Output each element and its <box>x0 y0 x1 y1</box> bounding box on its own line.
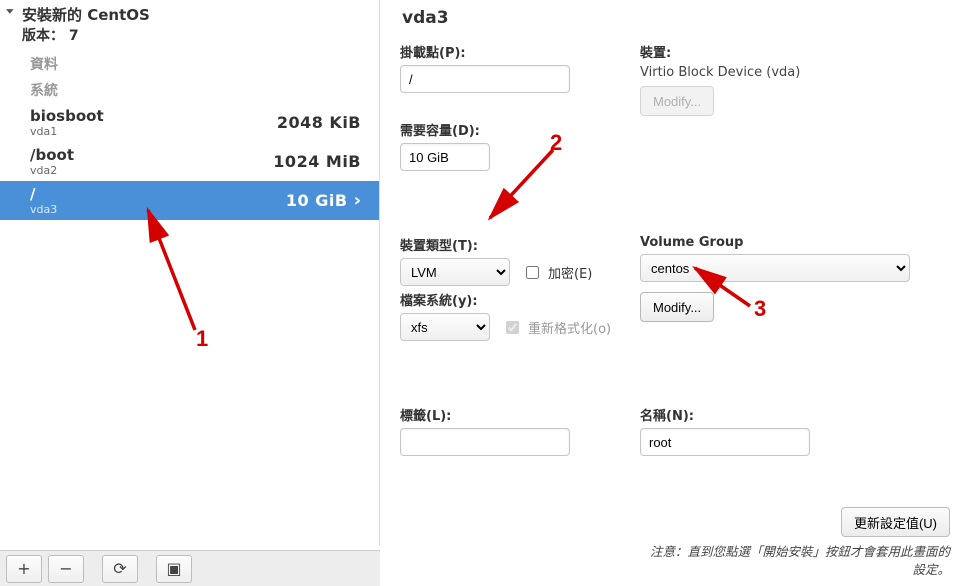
category-system: 系統 <box>0 77 379 103</box>
partition-size: 2048 KiB <box>277 113 361 132</box>
install-version-line: 版本： 7 <box>0 25 379 51</box>
annotation-number-1: 1 <box>196 326 208 352</box>
reformat-checkbox <box>506 321 519 334</box>
install-target-title: 安裝新的 CentOS <box>22 6 150 24</box>
remove-partition-button[interactable]: − <box>48 555 84 583</box>
mountpoint-input[interactable] <box>400 65 570 93</box>
partition-name: biosboot <box>30 107 104 125</box>
modify-vg-button[interactable]: Modify... <box>640 292 714 322</box>
partition-size: 1024 MiB <box>273 152 361 171</box>
partition-details-panel: vda3 掛載點(P): 裝置: Virtio Block Device (vd… <box>392 0 952 586</box>
footer-note-line2: 設定。 <box>912 562 950 577</box>
encrypt-checkbox[interactable] <box>526 266 539 279</box>
label-input[interactable] <box>400 428 570 456</box>
desired-capacity-input[interactable] <box>400 143 490 171</box>
category-data: 資料 <box>0 51 379 77</box>
footer: 更新設定值(U) 注意：直到您點選「開始安裝」按鈕才會套用此畫面的 設定。 <box>650 507 950 578</box>
reformat-label: 重新格式化(o) <box>528 318 611 337</box>
refresh-button[interactable]: ⟳ <box>102 555 138 583</box>
annotation-number-2: 2 <box>550 130 562 156</box>
install-target-header[interactable]: ▼ 安裝新的 CentOS <box>0 0 379 25</box>
name-label: 名稱(N): <box>640 405 920 424</box>
desired-capacity-label: 需要容量(D): <box>400 120 620 139</box>
add-partition-button[interactable]: + <box>6 555 42 583</box>
partition-size: 10 GiB <box>286 191 348 210</box>
filesystem-select[interactable]: xfs <box>400 313 490 341</box>
partition-name: / <box>30 185 57 203</box>
toolbar-divider <box>144 555 150 583</box>
annotation-number-3: 3 <box>754 296 766 322</box>
disclosure-triangle-icon[interactable]: ▼ <box>6 8 14 15</box>
device-label: 裝置: <box>640 42 920 61</box>
details-title: vda3 <box>402 8 942 28</box>
partition-dev: vda3 <box>30 203 57 216</box>
encrypt-label: 加密(E) <box>548 263 592 282</box>
partition-toolbar: + − ⟳ ▣ <box>0 550 380 586</box>
toolbar-divider <box>90 555 96 583</box>
partition-name: /boot <box>30 146 74 164</box>
partition-row-boot[interactable]: /boot vda2 1024 MiB <box>0 142 379 181</box>
modify-device-button: Modify... <box>640 86 714 116</box>
device-type-select[interactable]: LVM <box>400 258 510 286</box>
volume-group-label: Volume Group <box>640 235 920 250</box>
partition-dev: vda2 <box>30 164 74 177</box>
device-type-label: 裝置類型(T): <box>400 235 620 254</box>
partition-dev: vda1 <box>30 125 104 138</box>
label-label: 標籤(L): <box>400 405 620 424</box>
mountpoint-label: 掛載點(P): <box>400 42 620 61</box>
help-button[interactable]: ▣ <box>156 555 192 583</box>
partition-row-biosboot[interactable]: biosboot vda1 2048 KiB <box>0 103 379 142</box>
volume-group-select[interactable]: centos <box>640 254 910 282</box>
name-input[interactable] <box>640 428 810 456</box>
device-value: Virtio Block Device (vda) <box>640 65 920 80</box>
chevron-right-icon: › <box>354 190 361 211</box>
footer-note-line1: 注意：直到您點選「開始安裝」按鈕才會套用此畫面的 <box>650 544 950 559</box>
update-settings-button[interactable]: 更新設定值(U) <box>841 507 950 537</box>
filesystem-label: 檔案系統(y): <box>400 290 620 309</box>
partition-tree-panel: ▼ 安裝新的 CentOS 版本： 7 資料 系統 biosboot vda1 … <box>0 0 380 546</box>
partition-row-root[interactable]: / vda3 10 GiB › <box>0 181 379 220</box>
